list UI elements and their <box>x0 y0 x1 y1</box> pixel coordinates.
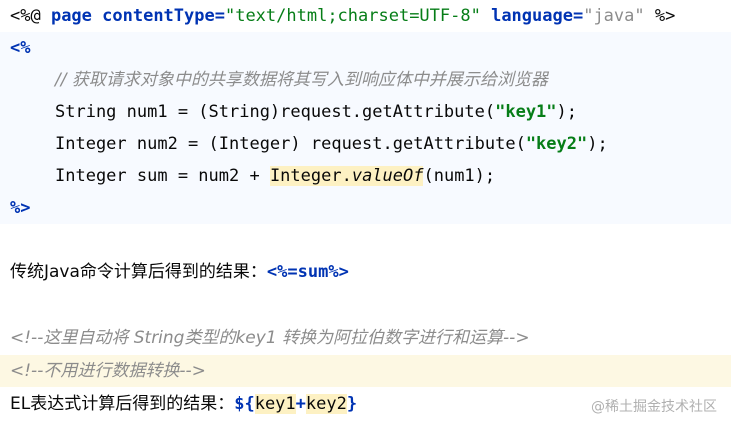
el-var-key1: key1 <box>254 394 296 414</box>
el-result-label: EL表达式计算后得到的结果： <box>10 394 235 414</box>
string-literal-key2: "key2" <box>525 134 588 154</box>
code-text: (num1); <box>423 166 496 186</box>
scriptlet-close-line[interactable]: %> <box>0 192 731 224</box>
scriptlet-open-line[interactable]: <% <box>0 32 731 64</box>
watermark: @稀土掘金技术社区 <box>591 399 717 415</box>
html-comment: <!--不用进行数据转换--> <box>10 361 206 381</box>
string-literal-key1: "key1" <box>495 102 557 122</box>
scriptlet-close-tag: %> <box>10 198 31 218</box>
html-comment: <!--这里自动将 String类型的key1 转换为阿拉伯数字进行和运算--> <box>10 328 530 348</box>
code-text: Integer num2 = (Integer) request.getAttr… <box>55 134 526 154</box>
el-var-key2: key2 <box>305 394 347 414</box>
java-comment: // 获取请求对象中的共享数据将其写入到响应体中并展示给浏览器 <box>55 70 548 90</box>
directive-attr-language: language= <box>480 6 584 26</box>
directive-open: <%@ <box>10 6 51 26</box>
code-line-sum[interactable]: Integer sum = num2 + Integer.valueOf(num… <box>0 160 731 192</box>
html-comment-line-1[interactable]: <!--这里自动将 String类型的key1 转换为阿拉伯数字进行和运算--> <box>0 322 731 354</box>
expression-tag: <%=sum%> <box>266 262 349 282</box>
el-close-brace: } <box>346 394 358 414</box>
el-open-brace: ${ <box>234 394 255 414</box>
traditional-result-line[interactable]: 传统Java命令计算后得到的结果：<%=sum%> <box>0 256 731 288</box>
comment-line[interactable]: // 获取请求对象中的共享数据将其写入到响应体中并展示给浏览器 <box>0 64 731 96</box>
code-line-num1[interactable]: String num1 = (String)request.getAttribu… <box>0 96 731 128</box>
code-line-num2[interactable]: Integer num2 = (Integer) request.getAttr… <box>0 128 731 160</box>
code-text: Integer sum = num2 + <box>55 166 270 186</box>
page-directive-line[interactable]: <%@ page contentType="text/html;charset=… <box>0 0 731 32</box>
directive-value-content-type: "text/html;charset=UTF-8" <box>224 6 481 26</box>
class-ref: Integer. <box>269 166 352 186</box>
directive-value-language: "java" <box>583 6 645 26</box>
code-text: ); <box>556 102 578 122</box>
highlighted-integer-valueof: Integer.valueOf <box>269 166 424 186</box>
directive-attr-content-type: contentType= <box>91 6 225 26</box>
static-method-valueof: valueOf <box>351 166 424 186</box>
directive-close: %> <box>644 6 676 26</box>
scriptlet-open-tag: <% <box>10 38 31 58</box>
directive-page-keyword: page <box>50 6 92 26</box>
html-comment-line-2[interactable]: <!--不用进行数据转换--> <box>0 355 731 387</box>
code-text: String num1 = (String)request.getAttribu… <box>55 102 496 122</box>
code-text: ); <box>587 134 608 154</box>
el-plus-operator: + <box>295 394 306 414</box>
traditional-result-label: 传统Java命令计算后得到的结果： <box>10 262 267 282</box>
